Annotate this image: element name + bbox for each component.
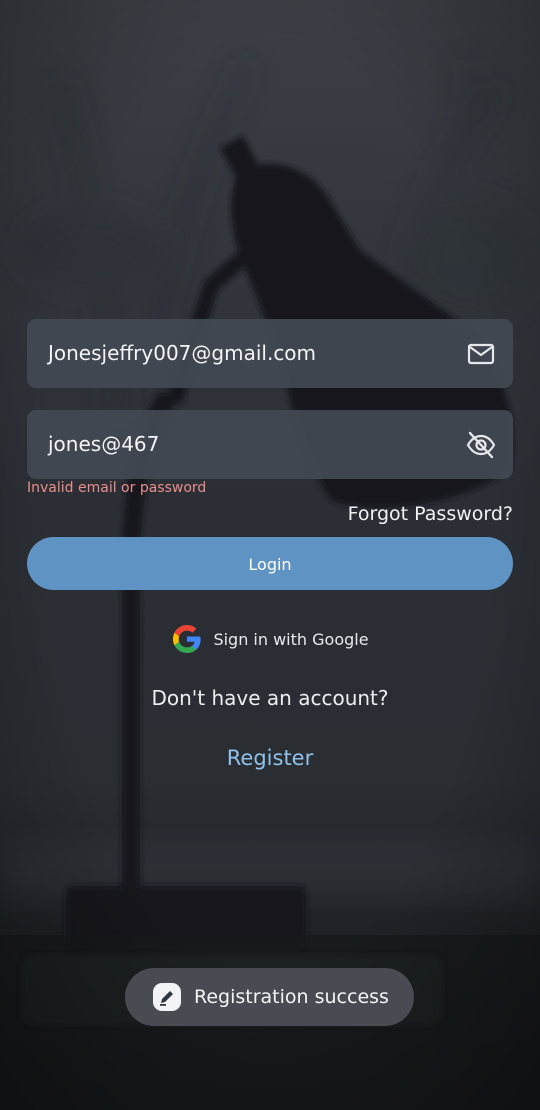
login-screen: Jonesjeffry007@gmail.com jones@467 Inval…: [0, 0, 540, 1110]
login-error-message: Invalid email or password: [27, 480, 207, 496]
password-field[interactable]: jones@467: [27, 410, 513, 479]
toast-message: Registration success: [194, 986, 389, 1008]
forgot-password-link[interactable]: Forgot Password?: [348, 503, 513, 525]
google-signin-label: Sign in with Google: [213, 629, 369, 649]
app-icon: [153, 983, 181, 1011]
eye-off-icon[interactable]: [466, 430, 496, 460]
email-value: Jonesjeffry007@gmail.com: [48, 341, 317, 365]
no-account-text: Don't have an account?: [151, 686, 389, 710]
mail-icon: [467, 343, 495, 365]
register-link[interactable]: Register: [0, 746, 540, 770]
google-signin-button[interactable]: Sign in with Google: [0, 622, 540, 656]
password-value: jones@467: [48, 432, 160, 456]
google-logo-icon: [173, 625, 202, 653]
email-field[interactable]: Jonesjeffry007@gmail.com: [27, 319, 513, 388]
registration-toast: Registration success: [125, 968, 414, 1026]
login-button[interactable]: Login: [27, 537, 513, 590]
